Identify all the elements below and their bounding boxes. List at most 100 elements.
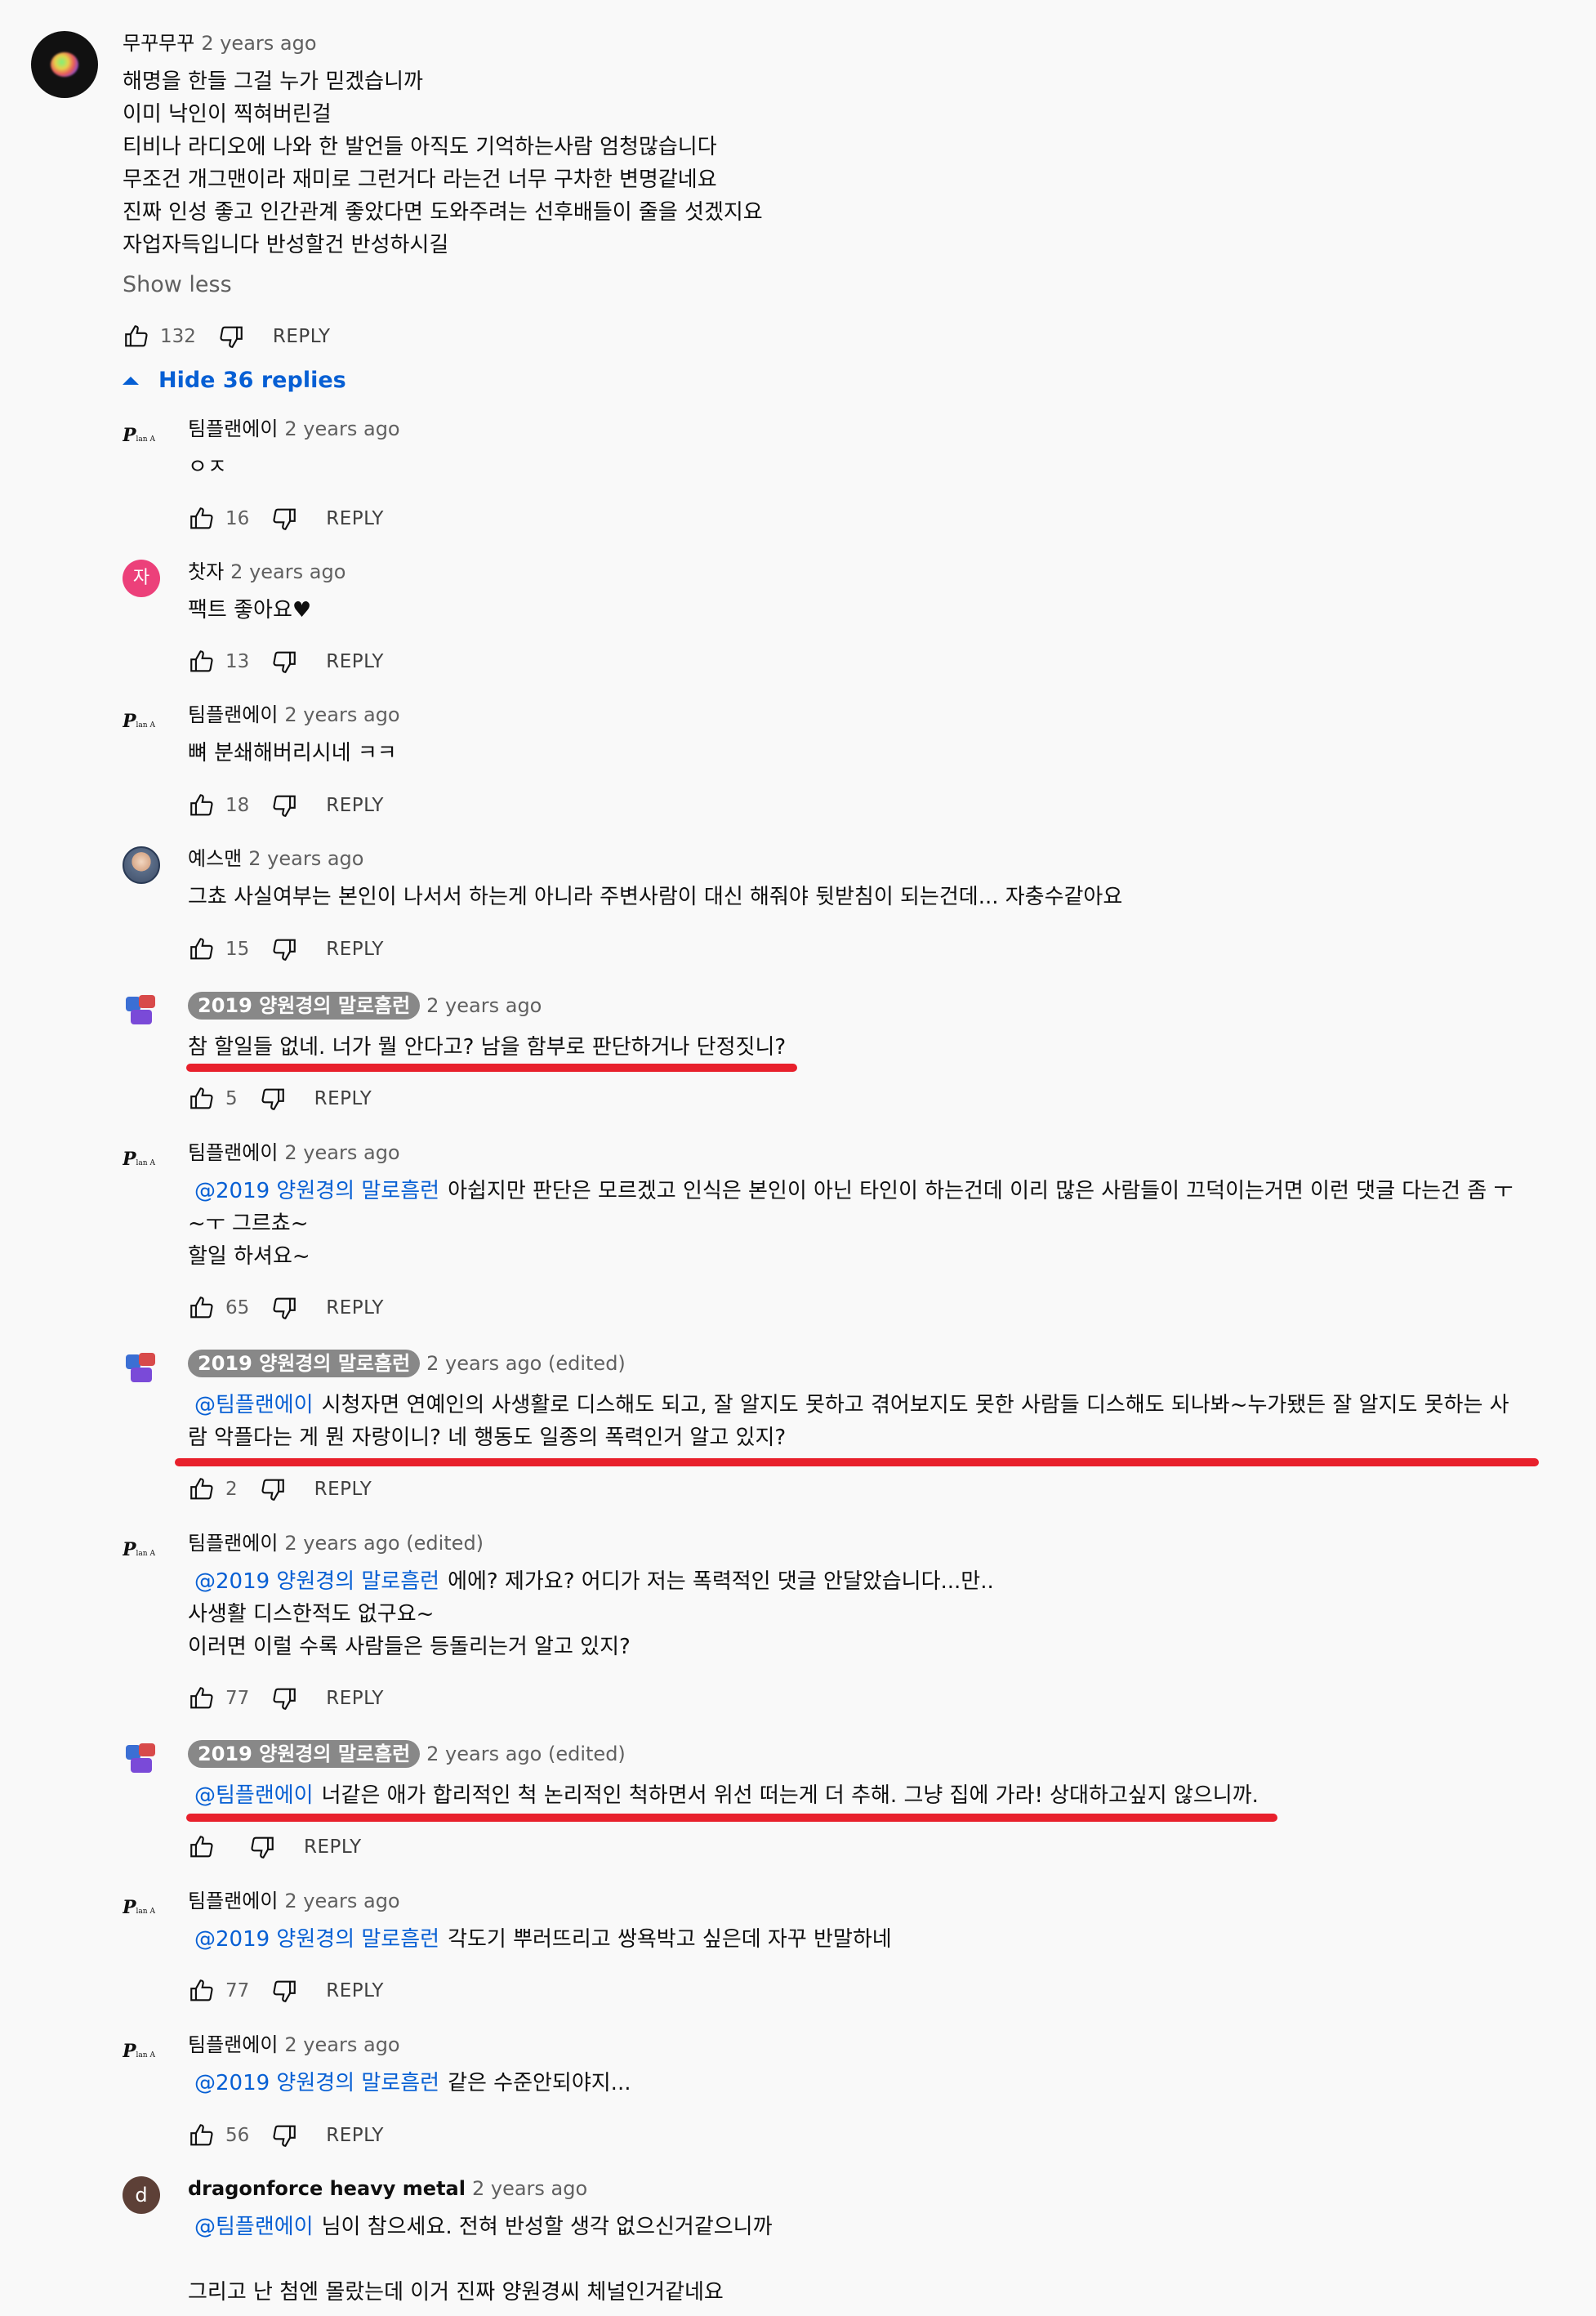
timestamp[interactable]: 2 years ago — [284, 703, 399, 726]
reply-button[interactable]: REPLY — [326, 795, 384, 816]
thumbs-up-icon[interactable] — [123, 323, 150, 350]
author-name[interactable]: 예스맨 — [188, 847, 242, 870]
like-count: 65 — [225, 1297, 250, 1319]
mention-link[interactable]: @2019 양원경의 말로흠런 — [194, 1569, 439, 1594]
reply-button[interactable]: REPLY — [326, 2125, 384, 2146]
timestamp[interactable]: 2 years ago — [426, 994, 542, 1017]
reply-avatar[interactable]: 자 — [123, 560, 160, 597]
reply-header: 팀플랜에이 2 years ago — [188, 1140, 400, 1165]
author-chip[interactable]: 2019 양원경의 말로흠런 — [188, 1350, 421, 1377]
reply-avatar-logo[interactable]: Plan A — [123, 1140, 160, 1178]
reply-button[interactable]: REPLY — [326, 1980, 384, 2001]
like-count: 13 — [225, 651, 250, 672]
timestamp[interactable]: 2 years ago (edited) — [426, 1352, 626, 1375]
reply-avatar-logo[interactable]: Plan A — [123, 1531, 160, 1569]
mention-link[interactable]: @2019 양원경의 말로흠런 — [194, 1927, 439, 1952]
author-name[interactable]: 팀플랜에이 — [188, 2033, 278, 2056]
reply-button[interactable]: REPLY — [314, 1088, 372, 1109]
thumbs-up-icon[interactable] — [188, 2122, 216, 2149]
like-count: 2 — [225, 1479, 238, 1500]
timestamp[interactable]: 2 years ago — [284, 2033, 399, 2056]
thumbs-down-icon[interactable] — [270, 648, 298, 676]
timestamp[interactable]: 2 years ago (edited) — [284, 1532, 484, 1555]
reply-text-line: 님이 참으세요. 전혀 반성할 생각 없으신거같으니까 — [321, 2215, 773, 2239]
thumbs-up-icon[interactable] — [188, 1294, 216, 1322]
mention-link[interactable]: @팀플랜에이 — [194, 1393, 314, 1417]
like-count: 77 — [225, 1980, 250, 2001]
thumbs-down-icon[interactable] — [270, 1685, 298, 1712]
thumbs-up-icon[interactable] — [188, 648, 216, 676]
reply-button[interactable]: REPLY — [273, 326, 331, 347]
thumbs-down-icon[interactable] — [270, 935, 298, 963]
author-name[interactable]: 팀플랜에이 — [188, 1890, 278, 1912]
mention-link[interactable]: @2019 양원경의 말로흠런 — [194, 2071, 439, 2095]
author-name[interactable]: 팀플랜에이 — [188, 1141, 278, 1164]
mention-link[interactable]: @2019 양원경의 말로흠런 — [194, 1179, 439, 1203]
thumbs-down-icon[interactable] — [270, 2122, 298, 2149]
thumbs-up-icon[interactable] — [188, 1475, 216, 1503]
author-name[interactable]: dragonforce heavy metal — [188, 2177, 466, 2200]
author-name[interactable]: 팀플랜에이 — [188, 417, 278, 440]
thumbs-down-icon[interactable] — [248, 1833, 276, 1861]
thumbs-down-icon[interactable] — [259, 1475, 287, 1503]
mention-link[interactable]: @팀플랜에이 — [194, 1783, 314, 1808]
like-count: 77 — [225, 1688, 250, 1709]
author-chip[interactable]: 2019 양원경의 말로흠런 — [188, 992, 421, 1020]
timestamp[interactable]: 2 years ago — [284, 417, 399, 440]
thumbs-up-icon[interactable] — [188, 505, 216, 533]
reply-button[interactable]: REPLY — [304, 1836, 362, 1858]
author-name[interactable]: 팀플랜에이 — [188, 1532, 278, 1555]
thumbs-down-icon[interactable] — [270, 792, 298, 819]
timestamp[interactable]: 2 years ago — [284, 1890, 399, 1912]
reply-button[interactable]: REPLY — [326, 939, 384, 960]
reply-text-line: 시청자면 연예인의 사생활로 디스해도 되고, 잘 알지도 못하고 겪어보지도 … — [321, 1393, 1509, 1417]
reply-button[interactable]: REPLY — [326, 1688, 384, 1709]
reply-button[interactable]: REPLY — [326, 508, 384, 529]
reply-avatar-photo[interactable] — [123, 846, 160, 884]
main-comment-avatar[interactable] — [31, 31, 98, 98]
timestamp[interactable]: 2 years ago — [230, 560, 346, 583]
reply-avatar-logo[interactable]: Plan A — [123, 417, 160, 454]
thumbs-down-icon[interactable] — [270, 505, 298, 533]
reply-avatar-logo[interactable]: Plan A — [123, 1889, 160, 1926]
timestamp[interactable]: 2 years ago — [201, 32, 316, 55]
thumbs-up-icon[interactable] — [188, 792, 216, 819]
timestamp[interactable]: 2 years ago (edited) — [426, 1743, 626, 1765]
reply-avatar-cartoon[interactable] — [123, 992, 160, 1029]
reply-avatar-cartoon[interactable] — [123, 1350, 160, 1387]
reply-avatar-logo[interactable]: Plan A — [123, 703, 160, 740]
show-less-button[interactable]: Show less — [123, 272, 232, 297]
reply-avatar-logo[interactable]: Plan A — [123, 2033, 160, 2070]
reply-header: 팀플랜에이 2 years ago (edited) — [188, 1531, 484, 1555]
reply-avatar[interactable]: d — [123, 2176, 160, 2214]
thumbs-down-icon[interactable] — [270, 1294, 298, 1322]
hide-replies-label: Hide 36 replies — [158, 368, 346, 393]
comment-line: 무조건 개그맨이라 재미로 그런거다 라는건 너무 구차한 변명같네요 — [123, 167, 717, 192]
reply-actions: 18 REPLY — [188, 789, 384, 822]
author-name[interactable]: 팀플랜에이 — [188, 703, 278, 726]
mention-link[interactable]: @팀플랜에이 — [194, 2215, 314, 2239]
author-name[interactable]: 무꾸무꾸 — [123, 32, 194, 55]
hide-replies-button[interactable]: Hide 36 replies — [123, 368, 346, 393]
thumbs-down-icon[interactable] — [217, 323, 245, 350]
reply-button[interactable]: REPLY — [326, 651, 384, 672]
timestamp[interactable]: 2 years ago — [472, 2177, 587, 2200]
reply-header: 2019 양원경의 말로흠런 2 years ago — [188, 992, 542, 1020]
reply-avatar-cartoon[interactable] — [123, 1740, 160, 1778]
thumbs-up-icon[interactable] — [188, 935, 216, 963]
main-comment-actions: 132 REPLY — [123, 320, 331, 353]
timestamp[interactable]: 2 years ago — [248, 847, 363, 870]
thumbs-down-icon[interactable] — [270, 1977, 298, 2005]
reply-button[interactable]: REPLY — [314, 1479, 372, 1500]
thumbs-up-icon[interactable] — [188, 1977, 216, 2005]
reply-button[interactable]: REPLY — [326, 1297, 384, 1319]
author-chip[interactable]: 2019 양원경의 말로흠런 — [188, 1740, 421, 1768]
author-name[interactable]: 찻자 — [188, 560, 224, 583]
reply-text: 팩트 좋아요♥ — [188, 598, 312, 623]
thumbs-up-icon[interactable] — [188, 1085, 216, 1113]
thumbs-up-icon[interactable] — [188, 1685, 216, 1712]
thumbs-up-icon[interactable] — [188, 1833, 216, 1861]
thumbs-down-icon[interactable] — [259, 1085, 287, 1113]
timestamp[interactable]: 2 years ago — [284, 1141, 399, 1164]
avatar-shape — [139, 1743, 155, 1756]
